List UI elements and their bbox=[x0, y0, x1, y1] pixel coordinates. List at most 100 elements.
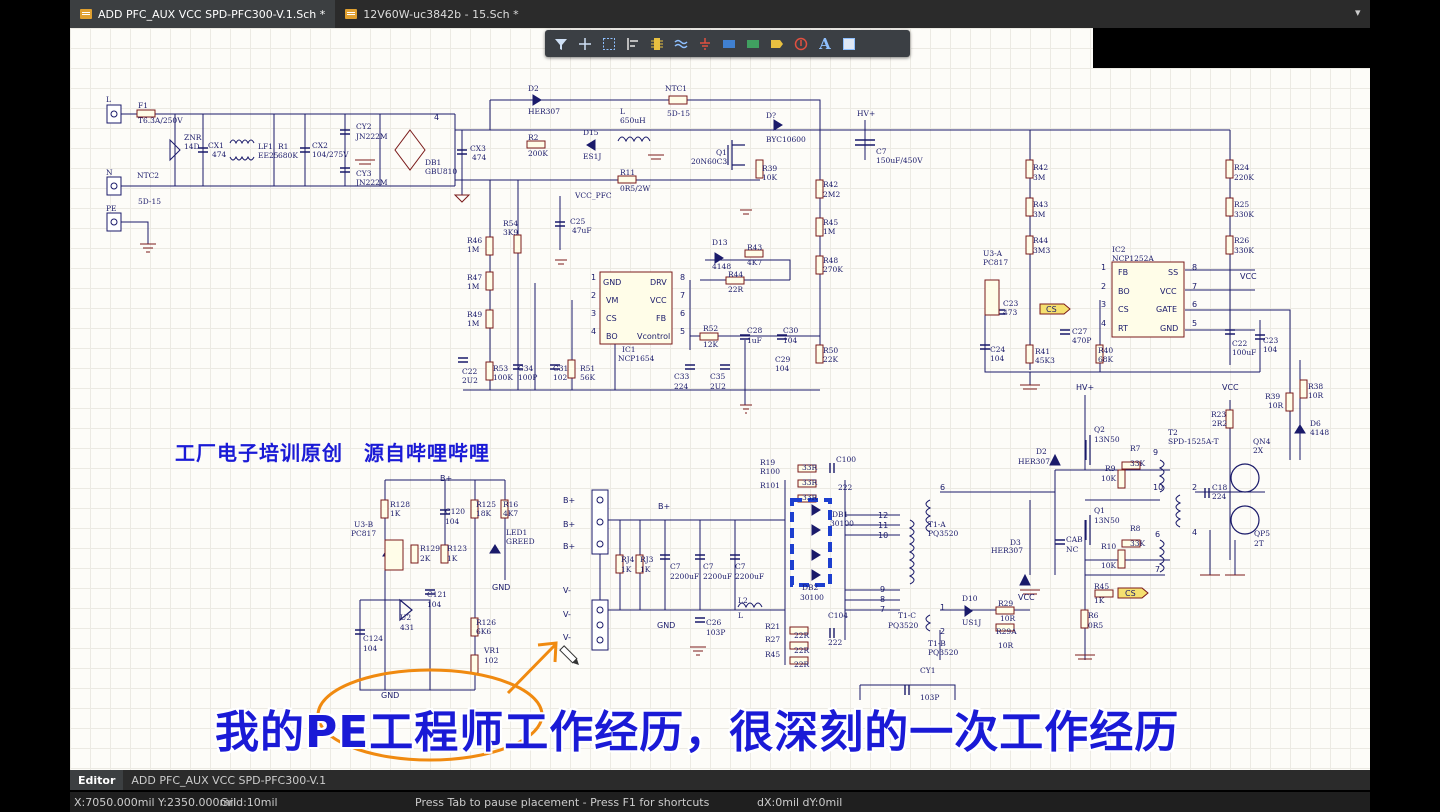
svg-text:R19: R19 bbox=[760, 458, 775, 467]
svg-text:R7: R7 bbox=[1130, 444, 1141, 453]
svg-text:68K: 68K bbox=[1098, 355, 1114, 364]
ground-icon[interactable] bbox=[695, 34, 715, 54]
schematic-sheet[interactable]: L N PE F1 T6.3A/250V NTC2 5D-15 ZNR 14D … bbox=[70, 28, 1370, 770]
svg-text:R41: R41 bbox=[1035, 347, 1050, 356]
svg-text:D13: D13 bbox=[712, 238, 728, 247]
svg-text:VM: VM bbox=[606, 296, 618, 305]
svg-text:103P: 103P bbox=[706, 628, 725, 637]
svg-text:C25: C25 bbox=[570, 217, 586, 226]
svg-text:104: 104 bbox=[445, 517, 460, 526]
svg-text:C30: C30 bbox=[783, 326, 799, 335]
svg-text:33R: 33R bbox=[802, 478, 818, 487]
svg-text:7: 7 bbox=[1192, 282, 1197, 291]
svg-text:RT: RT bbox=[1118, 324, 1128, 333]
svg-text:11: 11 bbox=[878, 521, 888, 530]
svg-text:10K: 10K bbox=[1101, 474, 1117, 483]
svg-text:C120: C120 bbox=[445, 507, 465, 516]
svg-text:12K: 12K bbox=[703, 340, 719, 349]
svg-text:10: 10 bbox=[878, 531, 888, 540]
svg-text:2K: 2K bbox=[420, 554, 431, 563]
harness-icon[interactable] bbox=[719, 34, 739, 54]
tab-label: ADD PFC_AUX VCC SPD-PFC300-V.1.Sch * bbox=[98, 7, 326, 21]
svg-text:HER307: HER307 bbox=[528, 107, 560, 116]
svg-text:470P: 470P bbox=[1072, 336, 1091, 345]
svg-text:RJ4: RJ4 bbox=[621, 555, 635, 564]
svg-text:GND: GND bbox=[492, 583, 510, 592]
svg-text:R51: R51 bbox=[580, 364, 595, 373]
svg-text:5D-15: 5D-15 bbox=[667, 109, 690, 118]
svg-text:7: 7 bbox=[880, 605, 885, 614]
svg-text:47uF: 47uF bbox=[572, 226, 592, 235]
svg-text:3M: 3M bbox=[1033, 210, 1046, 219]
bus-icon[interactable] bbox=[671, 34, 691, 54]
select-rect-icon[interactable] bbox=[599, 34, 619, 54]
component-icon[interactable] bbox=[647, 34, 667, 54]
port-icon[interactable] bbox=[767, 34, 787, 54]
svg-text:4K7: 4K7 bbox=[747, 258, 762, 267]
svg-text:R52: R52 bbox=[703, 324, 718, 333]
svg-text:2T: 2T bbox=[1254, 539, 1264, 548]
tab-label: 12V60W-uc3842b - 15.Sch * bbox=[363, 7, 519, 21]
svg-text:V-: V- bbox=[563, 633, 571, 642]
crosshair-icon[interactable] bbox=[575, 34, 595, 54]
net-label-icon[interactable] bbox=[743, 34, 763, 54]
svg-text:T1-A: T1-A bbox=[928, 520, 946, 529]
svg-text:100K: 100K bbox=[493, 373, 513, 382]
tab-editor[interactable]: Editor bbox=[70, 770, 124, 790]
svg-text:DB1: DB1 bbox=[425, 158, 441, 167]
grid-size[interactable]: Grid:10mil bbox=[220, 796, 278, 809]
status-message: Press Tab to pause placement - Press F1 … bbox=[415, 795, 710, 809]
svg-text:ES1J: ES1J bbox=[583, 152, 601, 161]
svg-text:B+: B+ bbox=[563, 542, 575, 551]
svg-text:R101: R101 bbox=[760, 481, 780, 490]
text-icon[interactable]: A bbox=[815, 34, 835, 54]
tab-list-dropdown-icon[interactable] bbox=[1354, 6, 1366, 20]
svg-text:CX3: CX3 bbox=[470, 144, 486, 153]
schematic-doc-icon bbox=[80, 9, 92, 19]
svg-text:33K: 33K bbox=[1130, 539, 1146, 548]
filter-icon[interactable] bbox=[551, 34, 571, 54]
svg-text:3M: 3M bbox=[1033, 173, 1046, 182]
svg-text:C7: C7 bbox=[670, 562, 681, 571]
status-bar: X:7050.000mil Y:2350.000mil Grid:10mil P… bbox=[70, 792, 1370, 812]
svg-text:1: 1 bbox=[1101, 263, 1106, 272]
svg-text:B+: B+ bbox=[440, 474, 452, 483]
editor-tab-bar: Editor ADD PFC_AUX VCC SPD-PFC300-V.1 bbox=[70, 770, 1370, 790]
rectangle-icon[interactable] bbox=[839, 34, 859, 54]
svg-text:US1J: US1J bbox=[962, 618, 981, 627]
align-icon[interactable] bbox=[623, 34, 643, 54]
svg-text:C121: C121 bbox=[427, 590, 447, 599]
svg-text:T1-B: T1-B bbox=[928, 639, 946, 648]
svg-text:R39: R39 bbox=[762, 164, 777, 173]
svg-text:18K: 18K bbox=[476, 509, 492, 518]
svg-text:FB: FB bbox=[1118, 268, 1128, 277]
svg-text:RJ3: RJ3 bbox=[640, 555, 654, 564]
tab-document-name[interactable]: ADD PFC_AUX VCC SPD-PFC300-V.1 bbox=[123, 770, 334, 790]
svg-text:PC817: PC817 bbox=[351, 529, 376, 538]
svg-text:N: N bbox=[106, 168, 113, 177]
tab-pfc-aux-schematic[interactable]: ADD PFC_AUX VCC SPD-PFC300-V.1.Sch * bbox=[70, 0, 336, 28]
svg-text:BYC10600: BYC10600 bbox=[766, 135, 806, 144]
no-erc-icon[interactable] bbox=[791, 34, 811, 54]
svg-text:NTC2: NTC2 bbox=[137, 171, 159, 180]
svg-text:8: 8 bbox=[680, 273, 685, 282]
svg-text:NC: NC bbox=[1066, 545, 1079, 554]
svg-text:B+: B+ bbox=[658, 502, 670, 511]
svg-text:R45: R45 bbox=[1094, 582, 1109, 591]
svg-text:104: 104 bbox=[783, 336, 798, 345]
svg-text:C104: C104 bbox=[828, 611, 848, 620]
svg-text:2: 2 bbox=[1192, 483, 1197, 492]
svg-text:T2: T2 bbox=[1168, 428, 1178, 437]
tab-12v60w-schematic[interactable]: 12V60W-uc3842b - 15.Sch * bbox=[335, 0, 528, 28]
svg-text:L: L bbox=[738, 611, 743, 620]
svg-text:1: 1 bbox=[591, 273, 596, 282]
svg-text:100uF: 100uF bbox=[1232, 348, 1256, 357]
svg-text:CY2: CY2 bbox=[356, 122, 372, 131]
svg-text:R29A: R29A bbox=[996, 627, 1017, 636]
svg-text:10R: 10R bbox=[1308, 391, 1324, 400]
svg-text:224: 224 bbox=[674, 382, 689, 391]
svg-text:10K: 10K bbox=[762, 173, 778, 182]
svg-text:4: 4 bbox=[1101, 319, 1106, 328]
svg-text:2: 2 bbox=[591, 291, 596, 300]
svg-text:C29: C29 bbox=[775, 355, 791, 364]
